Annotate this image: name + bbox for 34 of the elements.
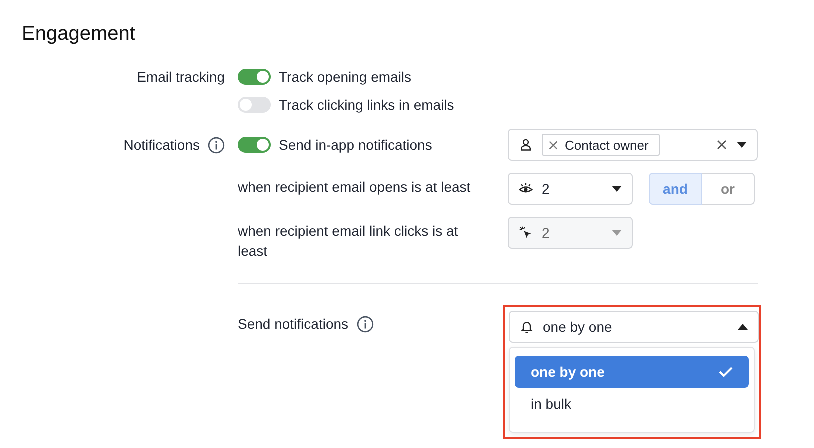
cursor-click-icon	[519, 226, 533, 240]
toggle-switch[interactable]	[238, 137, 271, 153]
select-value: 2	[542, 225, 550, 241]
field-label: Send notifications	[238, 315, 349, 334]
section-title: Engagement	[22, 22, 136, 47]
caret-icon[interactable]	[612, 186, 622, 192]
info-icon[interactable]	[208, 137, 225, 154]
toggle-label: Track opening emails	[279, 69, 412, 85]
recipient-select[interactable]: Contact owner	[508, 129, 758, 161]
recipient-chip[interactable]: Contact owner	[542, 134, 660, 156]
condition-label: when recipient email link clicks is at least	[238, 222, 460, 261]
mode-select[interactable]: one by one	[509, 311, 759, 343]
menu-option[interactable]: one by one	[515, 356, 749, 388]
remove-icon[interactable]	[548, 140, 559, 150]
count-select[interactable]: 2	[508, 173, 633, 205]
toggle-label: Send in-app notifications	[279, 137, 432, 153]
toggle-label: Track clicking links in emails	[279, 97, 454, 113]
condition-label: when recipient email opens is at least	[238, 178, 472, 197]
menu-option[interactable]: in bulk	[515, 388, 749, 420]
toggle-switch[interactable]	[238, 69, 271, 85]
caret-icon[interactable]	[738, 324, 748, 330]
operator-toggle[interactable]: or	[702, 173, 755, 205]
chip-label: Contact owner	[565, 138, 649, 152]
field-label: Email tracking	[137, 68, 225, 87]
toggle-switch[interactable]	[238, 97, 271, 113]
select-value: one by one	[543, 319, 612, 335]
select-value: 2	[542, 181, 550, 197]
bell-icon	[520, 320, 534, 334]
caret-icon[interactable]	[737, 142, 747, 148]
info-icon[interactable]	[356, 316, 374, 333]
field-label: Notifications	[124, 136, 200, 155]
clear-icon[interactable]	[716, 139, 728, 151]
check-icon	[719, 366, 733, 378]
person-icon	[519, 138, 533, 152]
